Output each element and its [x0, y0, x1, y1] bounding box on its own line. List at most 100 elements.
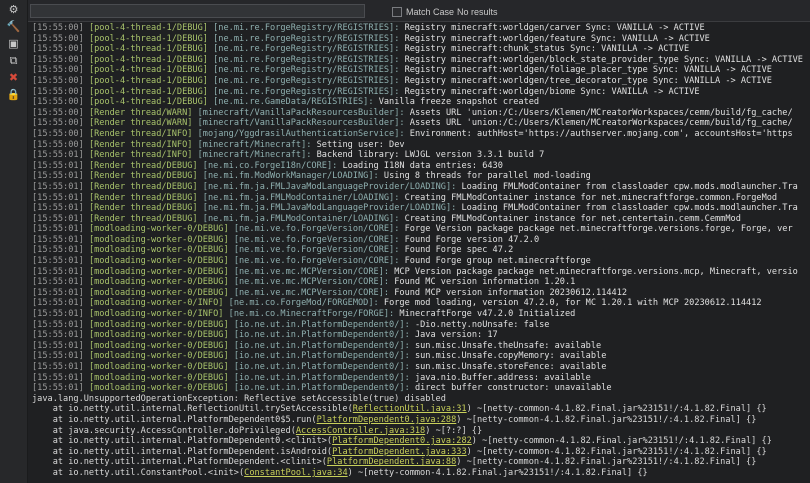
log-source: [ne.mi.re.ForgeRegistry/REGISTRIES]:: [213, 44, 400, 55]
log-timestamp: [15:55:00]: [32, 65, 84, 76]
log-line: [15:55:01] [modloading-worker-0/DEBUG] […: [32, 256, 810, 267]
log-timestamp: [15:55:00]: [32, 23, 84, 33]
log-line: [15:55:01] [modloading-worker-0/DEBUG] […: [32, 362, 810, 373]
log-message: Loading I18N data entries: 6430: [342, 160, 503, 171]
log-timestamp: [15:55:01]: [32, 330, 84, 341]
log-thread: [pool-4-thread-1/DEBUG]: [88, 75, 208, 86]
log-message: Found MCP version information 20230612.1…: [394, 287, 628, 298]
search-status: No results: [457, 7, 498, 17]
log-thread: [pool-4-thread-1/DEBUG]: [88, 65, 208, 76]
stack-trace-line: at io.netty.util.internal.PlatformDepend…: [32, 447, 810, 458]
log-timestamp: [15:55:01]: [32, 234, 84, 245]
log-source: [io.ne.ut.in.PlatformDependent0/]:: [233, 351, 410, 362]
match-case-checkbox[interactable]: [392, 7, 402, 17]
log-timestamp: [15:55:01]: [32, 287, 84, 298]
source-link[interactable]: PlatformDependent0.java:282: [332, 436, 472, 446]
log-source: [io.ne.ut.in.PlatformDependent0/]:: [233, 372, 410, 383]
log-thread: [modloading-worker-0/DEBUG]: [88, 234, 229, 245]
log-message: Found Forge group net.minecraftforge: [404, 256, 591, 267]
log-timestamp: [15:55:00]: [32, 86, 84, 97]
source-link[interactable]: AccessController.java:318: [296, 426, 425, 436]
log-thread: [modloading-worker-0/DEBUG]: [88, 383, 229, 394]
log-line: [15:55:00] [Render thread/INFO] [mojang/…: [32, 129, 810, 140]
log-timestamp: [15:55:01]: [32, 309, 84, 320]
log-source: [ne.mi.ve.fo.ForgeVersion/CORE]:: [233, 245, 400, 256]
log-message: Found Forge spec 47.2: [404, 245, 514, 256]
log-message: Assets URL 'union:/C:/Users/Klemen/MCrea…: [409, 107, 793, 118]
log-thread: [modloading-worker-0/DEBUG]: [88, 362, 229, 372]
log-message: Found Forge version 47.2.0: [404, 234, 540, 245]
log-line: [15:55:01] [modloading-worker-0/DEBUG] […: [32, 235, 810, 246]
source-link[interactable]: PlatformDependent0.java:288: [317, 415, 457, 425]
log-source: [ne.mi.re.ForgeRegistry/REGISTRIES]:: [213, 86, 400, 97]
log-source: [minecraft/VanillaPackResourcesBuilder]:: [197, 107, 405, 118]
log-thread: [Render thread/DEBUG]: [88, 160, 198, 171]
stack-frame-text: at io.netty.util.internal.PlatformDepend…: [32, 446, 333, 457]
log-timestamp: [15:55:01]: [32, 192, 84, 203]
log-source: [ne.mi.ve.fo.ForgeVersion/CORE]:: [233, 256, 400, 267]
log-source: [ne.mi.ve.mc.MCPVersion/CORE]:: [233, 287, 390, 298]
log-line: [15:55:00] [pool-4-thread-1/DEBUG] [ne.m…: [32, 34, 810, 45]
log-source: [io.ne.ut.in.PlatformDependent0/]:: [233, 340, 410, 351]
terminal-icon[interactable]: ▣: [0, 35, 27, 52]
log-thread: [modloading-worker-0/DEBUG]: [88, 277, 229, 288]
log-message: Creating FMLModContainer instance for ne…: [404, 192, 778, 203]
log-thread: [pool-4-thread-1/DEBUG]: [88, 97, 208, 108]
stack-frame-suffix: ) ~[netty-common-4.1.82.Final.jar%23151!…: [466, 446, 767, 457]
log-thread: [Render thread/INFO]: [88, 150, 193, 161]
log-thread: [modloading-worker-0/DEBUG]: [88, 287, 229, 298]
log-source: [ne.mi.co.ForgeI18n/CORE]:: [202, 160, 338, 171]
log-thread: [pool-4-thread-1/DEBUG]: [88, 23, 208, 33]
log-source: [ne.mi.fm.ja.FMLJavaModLanguageProvider/…: [202, 203, 457, 214]
log-source: [ne.mi.ve.fo.ForgeVersion/CORE]:: [233, 234, 400, 245]
log-timestamp: [15:55:01]: [32, 383, 84, 394]
log-source: [mojang/YggdrasilAuthenticationService]:: [197, 128, 405, 139]
log-source: [ne.mi.re.ForgeRegistry/REGISTRIES]:: [213, 75, 400, 86]
log-timestamp: [15:55:01]: [32, 351, 84, 362]
log-line: [15:55:01] [Render thread/INFO] [minecra…: [32, 150, 810, 161]
log-thread: [modloading-worker-0/DEBUG]: [88, 372, 229, 383]
console-log[interactable]: [15:55:00] [pool-4-thread-1/DEBUG] [ne.m…: [32, 23, 810, 483]
log-line: [15:55:01] [Render thread/DEBUG] [ne.mi.…: [32, 193, 810, 204]
log-line: [15:55:01] [Render thread/DEBUG] [ne.mi.…: [32, 182, 810, 193]
clear-icon[interactable]: ✖: [0, 69, 27, 86]
log-line: [15:55:00] [Render thread/WARN] [minecra…: [32, 118, 810, 129]
match-case-toggle[interactable]: Match Case: [392, 7, 454, 17]
log-thread: [modloading-worker-0/INFO]: [88, 309, 224, 320]
source-link[interactable]: PlatformDependent.java:333: [332, 447, 467, 457]
log-source: [ne.mi.ve.fo.ForgeVersion/CORE]:: [233, 224, 400, 235]
lock-icon[interactable]: 🔒: [0, 86, 27, 103]
log-thread: [pool-4-thread-1/DEBUG]: [88, 86, 208, 97]
log-line: [15:55:00] [Render thread/INFO] [minecra…: [32, 140, 810, 151]
log-timestamp: [15:55:01]: [32, 340, 84, 351]
log-message: Setting user: Dev: [316, 139, 405, 150]
log-thread: [Render thread/INFO]: [88, 128, 193, 139]
log-thread: [modloading-worker-0/DEBUG]: [88, 245, 229, 256]
source-link[interactable]: ConstantPool.java:34: [244, 468, 347, 478]
gear-icon[interactable]: ⚙: [0, 0, 27, 18]
stack-trace-line: at java.security.AccessController.doPriv…: [32, 426, 810, 437]
hammer-icon[interactable]: 🔨: [0, 18, 27, 35]
log-source: [ne.mi.fm.ModWorkManager/LOADING]:: [202, 171, 379, 182]
log-source: [ne.mi.fm.ja.FMLModContainer/LOADING]:: [202, 213, 400, 224]
source-link[interactable]: PlatformDependent.java:88: [327, 457, 456, 467]
log-message: Found MC version information 1.20.1: [394, 277, 576, 288]
source-link[interactable]: ReflectionUtil.java:31: [353, 404, 467, 414]
log-thread: [modloading-worker-0/DEBUG]: [88, 224, 229, 235]
log-message: Loading FMLModContainer from classloader…: [461, 181, 798, 192]
log-thread: [pool-4-thread-1/DEBUG]: [88, 54, 208, 65]
log-source: [io.ne.ut.in.PlatformDependent0/]:: [233, 319, 410, 330]
log-source: [ne.mi.fm.ja.FMLModContainer/LOADING]:: [202, 192, 400, 203]
log-thread: [modloading-worker-0/DEBUG]: [88, 330, 229, 341]
copy-icon[interactable]: ⧉: [0, 52, 27, 69]
search-input[interactable]: [30, 4, 365, 18]
log-line: [15:55:00] [pool-4-thread-1/DEBUG] [ne.m…: [32, 55, 810, 66]
log-timestamp: [15:55:00]: [32, 54, 84, 65]
log-timestamp: [15:55:01]: [32, 298, 84, 309]
log-message: Backend library: LWJGL version 3.3.1 bui…: [316, 150, 545, 161]
log-source: [ne.mi.ve.mc.MCPVersion/CORE]:: [233, 277, 390, 288]
log-timestamp: [15:55:00]: [32, 139, 84, 150]
log-timestamp: [15:55:01]: [32, 319, 84, 330]
log-thread: [Render thread/DEBUG]: [88, 181, 198, 192]
log-message: direct buffer constructor: unavailable: [414, 383, 612, 394]
